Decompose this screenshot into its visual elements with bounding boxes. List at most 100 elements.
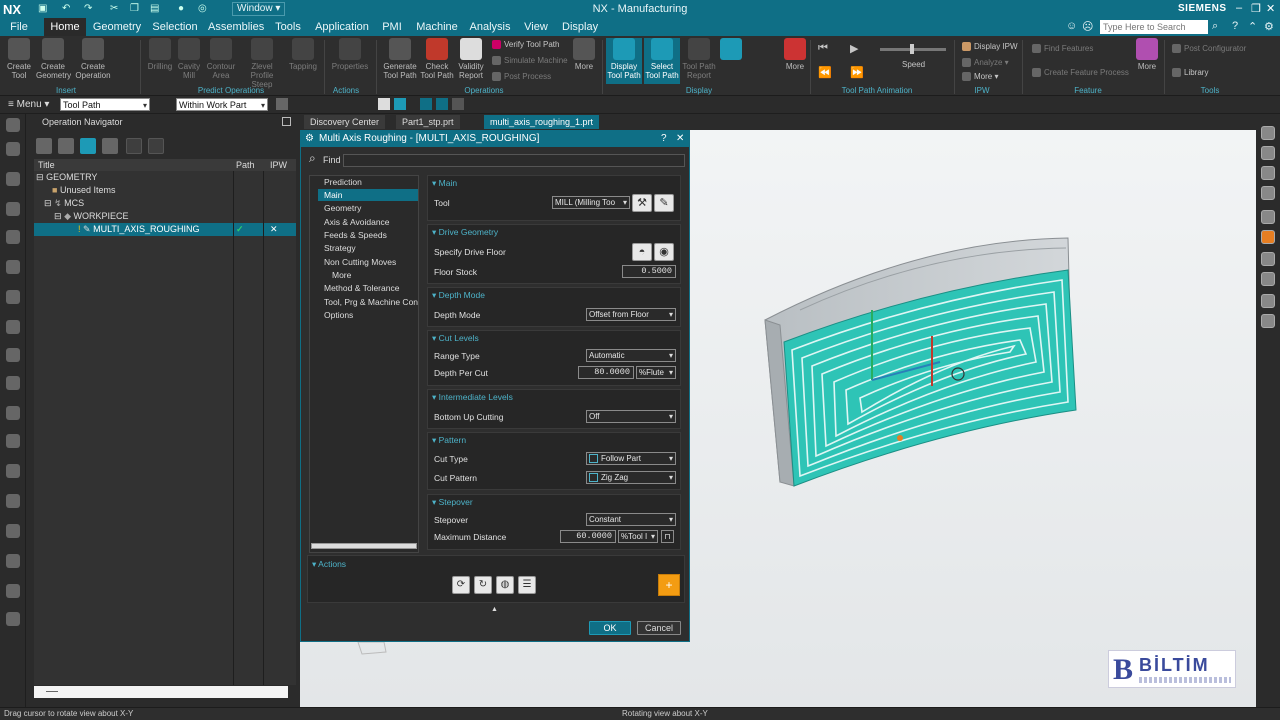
clock-icon[interactable] <box>6 494 20 508</box>
cube-icon[interactable] <box>1261 294 1275 308</box>
forward-icon[interactable] <box>1261 210 1275 224</box>
nav-geometry[interactable]: Geometry <box>318 202 418 214</box>
tab-tools[interactable]: Tools <box>272 18 304 36</box>
display-options-button[interactable] <box>720 38 742 62</box>
cancel-button[interactable]: Cancel <box>637 621 681 635</box>
speed-slider-handle[interactable] <box>910 44 914 54</box>
assembly-navigator-icon[interactable] <box>6 172 20 186</box>
machine-tool-view-icon[interactable] <box>58 138 74 154</box>
tool-dropdown[interactable]: MILL (Milling Too <box>552 196 630 209</box>
deselect-icon[interactable] <box>452 98 464 110</box>
search-icon[interactable]: ⌕ <box>1212 20 1218 33</box>
display-tool-path-button[interactable]: Display Tool Path <box>606 38 642 84</box>
list-icon[interactable]: ☰ <box>518 576 536 594</box>
add-to-process-icon[interactable]: + <box>658 574 680 596</box>
operations-more-button[interactable]: More <box>570 38 598 71</box>
nav-more[interactable]: More <box>326 269 418 281</box>
filter-icon[interactable] <box>148 138 164 154</box>
smiley-icon[interactable]: ☺ <box>1066 20 1077 32</box>
replay-icon[interactable]: ↻ <box>474 576 492 594</box>
properties-button[interactable]: Properties <box>330 38 370 71</box>
range-type-dropdown[interactable]: Automatic <box>586 349 676 362</box>
post-process-button[interactable]: Post Process <box>492 72 551 82</box>
horizontal-scrollbar[interactable] <box>34 686 288 698</box>
column-title[interactable]: Title <box>38 159 55 171</box>
create-tool-button[interactable]: Create Tool <box>4 38 34 80</box>
check-tool-path-button[interactable]: Check Tool Path <box>420 38 454 80</box>
restore-icon[interactable]: ❐ <box>1251 2 1261 15</box>
rewind-icon[interactable]: ⏮ <box>818 42 828 55</box>
cut-pattern-dropdown[interactable]: Zig Zag <box>586 471 676 484</box>
settings-icon[interactable]: ⚙ <box>1264 20 1274 33</box>
layers-icon[interactable] <box>1261 146 1275 160</box>
cut-type-dropdown[interactable]: Follow Part <box>586 452 676 465</box>
method-view-icon[interactable] <box>102 138 118 154</box>
verify-icon[interactable]: ◍ <box>496 576 514 594</box>
depth-mode-dropdown[interactable]: Offset from Floor <box>586 308 676 321</box>
nav-feeds-speeds[interactable]: Feeds & Speeds <box>318 229 418 241</box>
find-input[interactable] <box>343 154 685 167</box>
select-filter-icon[interactable] <box>436 98 448 110</box>
nav-non-cutting-moves[interactable]: Non Cutting Moves <box>318 256 418 268</box>
part-navigator-icon[interactable] <box>6 142 20 156</box>
section-actions-title[interactable]: ▾ Actions <box>312 559 346 570</box>
edit-tool-icon[interactable]: ✎ <box>654 194 674 212</box>
tab-view[interactable]: View <box>522 18 550 36</box>
simulate-machine-button[interactable]: Simulate Machine <box>492 56 568 66</box>
generate-icon[interactable]: ⟳ <box>452 576 470 594</box>
validity-report-button[interactable]: Validity Report <box>456 38 486 80</box>
collapse-ribbon-icon[interactable]: ⌃ <box>1248 20 1257 33</box>
verify-tool-path-button[interactable]: Verify Tool Path <box>492 40 559 50</box>
column-path[interactable]: Path <box>236 159 255 171</box>
tool-library-icon[interactable] <box>6 612 20 626</box>
section-intermediate-levels-title[interactable]: ▾ Intermediate Levels <box>432 392 513 403</box>
nav-tool-prg-machine[interactable]: Tool, Prg & Machine Contr <box>318 296 418 308</box>
depth-per-cut-unit-dropdown[interactable]: %Flute <box>636 366 676 379</box>
feature-more-button[interactable]: More <box>1134 38 1160 71</box>
cavity-mill-button[interactable]: Cavity Mill <box>176 38 202 80</box>
step-forward-icon[interactable]: ⏩ <box>850 66 864 79</box>
depth-per-cut-input[interactable]: 80.0000 <box>578 366 634 379</box>
section-main-title[interactable]: ▾ Main <box>432 178 457 189</box>
bottom-up-dropdown[interactable]: Off <box>586 410 676 423</box>
tool-path-report-button[interactable]: Tool Path Report <box>682 38 716 80</box>
close-icon[interactable]: ✕ <box>676 131 684 147</box>
library-button[interactable]: Library <box>1172 68 1208 78</box>
find-icon[interactable] <box>126 138 142 154</box>
generate-tool-path-button[interactable]: Generate Tool Path <box>382 38 418 80</box>
play-icon[interactable] <box>1261 166 1275 180</box>
analyze-button[interactable]: Analyze ▾ <box>962 58 1009 68</box>
tree-node-workpiece[interactable]: ⊟ ◆ WORKPIECE <box>34 210 296 223</box>
lock-icon[interactable]: ⊓ <box>661 530 674 543</box>
display-more-button[interactable]: More <box>782 38 808 71</box>
select-tool-path-button[interactable]: Select Tool Path <box>644 38 680 84</box>
create-tool-icon[interactable]: ⚒ <box>632 194 652 212</box>
tab-pmi[interactable]: PMI <box>378 18 406 36</box>
nav-main[interactable]: Main <box>318 189 418 201</box>
ok-button[interactable]: OK <box>589 621 631 635</box>
history-icon[interactable] <box>6 320 20 334</box>
maximize-panel-icon[interactable] <box>282 117 291 126</box>
max-distance-input[interactable]: 60.0000 <box>560 530 616 543</box>
nav-method-tolerance[interactable]: Method & Tolerance <box>318 282 418 294</box>
tree-node-mcs[interactable]: ⊟ ↯ MCS <box>34 197 296 210</box>
create-geometry-button[interactable]: Create Geometry <box>36 38 71 80</box>
tree-node-geometry[interactable]: ⊟ GEOMETRY <box>34 171 296 184</box>
max-distance-unit-dropdown[interactable]: %Tool I <box>618 530 658 543</box>
display-floor-icon[interactable]: ◉ <box>654 243 674 261</box>
menu-button[interactable]: ≡ Menu ▾ <box>8 99 49 110</box>
ipw-more-button[interactable]: More ▾ <box>962 72 998 82</box>
tab-display[interactable]: Display <box>562 18 598 36</box>
minimize-icon[interactable]: – <box>1236 2 1242 14</box>
play-icon[interactable]: ▶ <box>850 42 858 55</box>
section-pattern-title[interactable]: ▾ Pattern <box>432 435 466 446</box>
expand-icon[interactable]: ▲ <box>491 606 498 613</box>
help-icon[interactable]: ? <box>661 131 667 147</box>
process-studio-icon[interactable] <box>6 464 20 478</box>
feature-navigator-icon[interactable] <box>6 290 20 304</box>
manufacturing-wizard-icon[interactable] <box>6 584 20 598</box>
add-icon[interactable] <box>1261 186 1275 200</box>
refresh-icon[interactable] <box>1261 272 1275 286</box>
column-ipw[interactable]: IPW <box>270 159 287 171</box>
type-filter-dropdown[interactable]: Tool Path <box>60 98 150 112</box>
